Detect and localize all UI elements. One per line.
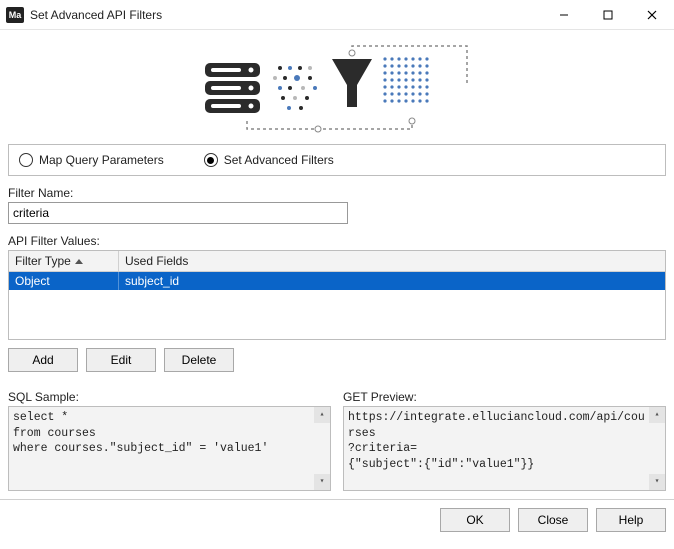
- column-header-used-fields[interactable]: Used Fields: [119, 251, 665, 271]
- window-title: Set Advanced API Filters: [30, 8, 542, 22]
- maximize-button[interactable]: [586, 0, 630, 30]
- cell-used-fields: subject_id: [119, 272, 665, 290]
- app-icon: Ma: [6, 7, 24, 23]
- radio-icon: [19, 153, 33, 167]
- radio-map-query-parameters[interactable]: Map Query Parameters: [19, 153, 164, 167]
- radio-icon: [204, 153, 218, 167]
- column-header-label: Used Fields: [125, 254, 188, 268]
- scroll-down-icon[interactable]: ▾: [314, 474, 330, 490]
- api-filter-values-label: API Filter Values:: [8, 234, 666, 248]
- filter-pipeline-icon: [187, 41, 487, 136]
- help-button[interactable]: Help: [596, 508, 666, 532]
- dialog-footer: OK Close Help: [0, 499, 674, 540]
- window-controls: [542, 0, 674, 30]
- filter-name-label: Filter Name:: [8, 186, 666, 200]
- table-body: Object subject_id: [9, 272, 665, 290]
- api-filter-values-table[interactable]: Filter Type Used Fields Object subject_i…: [8, 250, 666, 340]
- delete-button[interactable]: Delete: [164, 348, 234, 372]
- get-preview-label: GET Preview:: [343, 390, 666, 404]
- scroll-up-icon[interactable]: ▴: [314, 407, 330, 423]
- mode-selector: Map Query Parameters Set Advanced Filter…: [8, 144, 666, 176]
- filter-row-actions: Add Edit Delete: [8, 348, 666, 372]
- sql-sample-text: select * from courses where courses."sub…: [13, 411, 268, 455]
- column-header-label: Filter Type: [15, 254, 71, 268]
- window-titlebar: Ma Set Advanced API Filters: [0, 0, 674, 30]
- get-preview-textarea[interactable]: https://integrate.elluciancloud.com/api/…: [343, 406, 666, 491]
- table-row[interactable]: Object subject_id: [9, 272, 665, 290]
- scroll-up-icon[interactable]: ▴: [649, 407, 665, 423]
- close-window-button[interactable]: [630, 0, 674, 30]
- sort-ascending-icon: [75, 259, 83, 264]
- sql-sample-textarea[interactable]: select * from courses where courses."sub…: [8, 406, 331, 491]
- sql-sample-label: SQL Sample:: [8, 390, 331, 404]
- edit-button[interactable]: Edit: [86, 348, 156, 372]
- add-button[interactable]: Add: [8, 348, 78, 372]
- scroll-down-icon[interactable]: ▾: [649, 474, 665, 490]
- ok-button[interactable]: OK: [440, 508, 510, 532]
- table-header: Filter Type Used Fields: [9, 251, 665, 272]
- radio-label: Map Query Parameters: [39, 153, 164, 167]
- close-button[interactable]: Close: [518, 508, 588, 532]
- filter-name-input[interactable]: [8, 202, 348, 224]
- cell-filter-type: Object: [9, 272, 119, 290]
- header-illustration: [8, 30, 666, 140]
- get-preview-text: https://integrate.elluciancloud.com/api/…: [348, 411, 645, 471]
- column-header-filter-type[interactable]: Filter Type: [9, 251, 119, 271]
- minimize-button[interactable]: [542, 0, 586, 30]
- radio-set-advanced-filters[interactable]: Set Advanced Filters: [204, 153, 334, 167]
- radio-label: Set Advanced Filters: [224, 153, 334, 167]
